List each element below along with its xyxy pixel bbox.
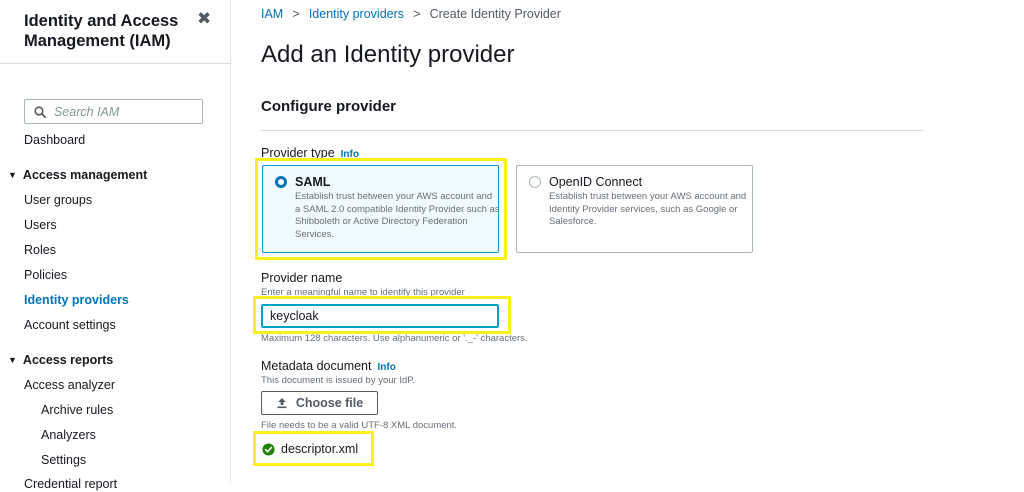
metadata-document-label: Metadata document Info [261,359,396,375]
sidebar-item-users[interactable]: Users [24,217,57,233]
sidebar-section-access-management[interactable]: ▼ Access management [8,167,147,183]
breadcrumb-identity-providers[interactable]: Identity providers [309,6,404,22]
openid-option-name: OpenID Connect [549,175,643,189]
saml-radio[interactable] [275,176,287,188]
sidebar-item-archive-rules[interactable]: Archive rules [41,402,113,418]
provider-type-label-text: Provider type [261,146,335,160]
metadata-document-hint: This document is issued by your IdP. [261,375,416,386]
section-label: Access reports [22,353,114,367]
sidebar-item-account-settings[interactable]: Account settings [24,317,116,333]
provider-type-saml-tile[interactable]: SAML Establish trust between your AWS ac… [262,165,500,253]
provider-name-hint: Enter a meaningful name to identify this… [261,287,465,298]
upload-icon [277,398,287,409]
openid-option-description: Establish trust between your AWS account… [549,191,747,227]
provider-name-constraint: Maximum 128 characters. Use alphanumeric… [261,333,528,344]
uploaded-file-status: descriptor.xml [262,441,358,457]
provider-name-input[interactable] [261,304,499,328]
breadcrumb: IAM > Identity providers > Create Identi… [261,6,561,22]
check-circle-icon [262,442,275,456]
sidebar-item-policies[interactable]: Policies [24,267,67,283]
search-icon [34,105,46,118]
search-input[interactable] [54,104,194,119]
sidebar-title: Identity and Access Management (IAM) [24,12,179,50]
provider-type-label: Provider type Info [261,146,359,162]
sidebar-item-analyzers[interactable]: Analyzers [41,427,96,443]
saml-option-description: Establish trust between your AWS account… [295,191,500,240]
provider-name-label: Provider name [261,271,343,285]
saml-option-name: SAML [295,175,331,189]
sidebar-item-dashboard[interactable]: Dashboard [24,132,85,148]
sidebar-section-access-reports[interactable]: ▼ Access reports [8,352,113,368]
section-divider [261,130,923,131]
sidebar-search[interactable] [24,99,203,124]
sidebar-item-settings[interactable]: Settings [41,452,86,468]
section-title: Configure provider [261,98,397,115]
provider-type-info-link[interactable]: Info [341,149,359,160]
metadata-info-link[interactable]: Info [378,362,396,373]
choose-file-button[interactable]: Choose file [261,391,378,415]
sidebar-item-roles[interactable]: Roles [24,242,56,258]
sidebar-divider [0,63,231,64]
uploaded-file-name: descriptor.xml [281,442,359,456]
breadcrumb-separator: > [413,6,421,21]
close-icon[interactable]: ✖ [197,9,211,29]
caret-down-icon: ▼ [8,355,17,365]
sidebar: Identity and Access Management (IAM) ✖ D… [0,0,231,491]
sidebar-item-access-analyzer[interactable]: Access analyzer [24,377,115,393]
openid-radio[interactable] [529,176,541,188]
sidebar-item-credential-report[interactable]: Credential report [24,476,117,492]
section-label: Access management [22,168,148,182]
caret-down-icon: ▼ [8,170,17,180]
metadata-document-constraint: File needs to be a valid UTF-8 XML docum… [261,420,458,431]
sidebar-item-user-groups[interactable]: User groups [24,192,92,208]
metadata-document-label-text: Metadata document [261,359,372,373]
choose-file-label: Choose file [295,396,364,410]
sidebar-item-identity-providers[interactable]: Identity providers [24,292,129,308]
breadcrumb-current: Create Identity Provider [429,7,561,21]
breadcrumb-separator: > [292,6,300,21]
page-title: Add an Identity provider [261,41,515,68]
provider-type-openid-tile[interactable]: OpenID Connect Establish trust between y… [516,165,753,253]
breadcrumb-iam[interactable]: IAM [261,6,283,22]
